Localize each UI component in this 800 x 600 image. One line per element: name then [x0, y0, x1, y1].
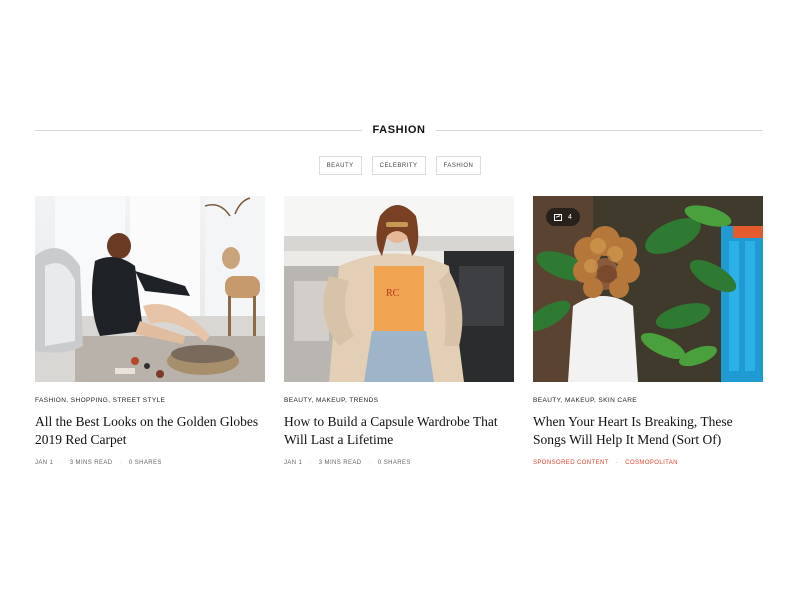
section-title: FASHION [372, 124, 426, 136]
separator-dot: · [119, 460, 122, 466]
separator-dot: · [60, 460, 63, 466]
page: FASHION BEAUTY CELEBRITY FASHION FASHION… [0, 0, 800, 600]
filter-chip-celebrity[interactable]: CELEBRITY [371, 156, 426, 175]
article-tags[interactable]: BEAUTY, MAKEUP, TRENDS [284, 397, 514, 404]
filter-chip-fashion[interactable]: FASHION [435, 156, 482, 175]
article-headline[interactable]: All the Best Looks on the Golden Globes … [35, 413, 260, 449]
article-card[interactable]: 4 BEAUTY, MAKEUP, SKIN CARE When Your He… [533, 196, 763, 466]
separator-dot: · [309, 460, 312, 466]
svg-text:RC: RC [386, 288, 400, 299]
section-header: FASHION [35, 122, 763, 138]
filter-chip-beauty[interactable]: BEAUTY [318, 156, 362, 175]
article-date: JAN 1 [284, 460, 303, 466]
gallery-icon [554, 213, 562, 221]
article-meta: SPONSORED CONTENT · COSMOPOLITAN [533, 460, 763, 466]
divider-left [35, 129, 363, 131]
article-headline[interactable]: How to Build a Capsule Wardrobe That Wil… [284, 413, 509, 449]
sponsor-name[interactable]: COSMOPOLITAN [625, 460, 678, 466]
filter-chips: BEAUTY CELEBRITY FASHION [0, 156, 800, 175]
article-meta: JAN 1 · 3 MINS READ · 0 SHARES [284, 460, 514, 466]
article-shares: 0 SHARES [128, 460, 162, 466]
woman-in-teddy-coat-photo: RC [284, 196, 514, 382]
divider-right [435, 129, 763, 131]
sponsored-label: SPONSORED CONTENT [533, 460, 609, 466]
article-card[interactable]: RC BEAUTY, MAKEUP, TRENDS How to Build a… [284, 196, 514, 466]
article-image[interactable]: 4 [533, 196, 763, 382]
article-shares: 0 SHARES [377, 460, 411, 466]
article-tags[interactable]: FASHION, SHOPPING, STREET STYLE [35, 397, 265, 404]
article-grid: FASHION, SHOPPING, STREET STYLE All the … [35, 196, 763, 466]
woman-sitting-on-rug-photo [35, 196, 265, 382]
gallery-count: 4 [568, 213, 572, 221]
article-meta: JAN 1 · 3 MINS READ · 0 SHARES [35, 460, 265, 466]
article-image[interactable] [35, 196, 265, 382]
separator-dot: · [368, 460, 371, 466]
gallery-count-badge: 4 [546, 208, 580, 226]
article-image[interactable]: RC [284, 196, 514, 382]
separator-dot: · [615, 460, 619, 466]
article-read-time: 3 MINS READ [318, 460, 362, 466]
article-date: JAN 1 [35, 460, 54, 466]
article-card[interactable]: FASHION, SHOPPING, STREET STYLE All the … [35, 196, 265, 466]
article-headline[interactable]: When Your Heart Is Breaking, These Songs… [533, 413, 758, 449]
article-read-time: 3 MINS READ [69, 460, 113, 466]
article-tags[interactable]: BEAUTY, MAKEUP, SKIN CARE [533, 397, 763, 404]
